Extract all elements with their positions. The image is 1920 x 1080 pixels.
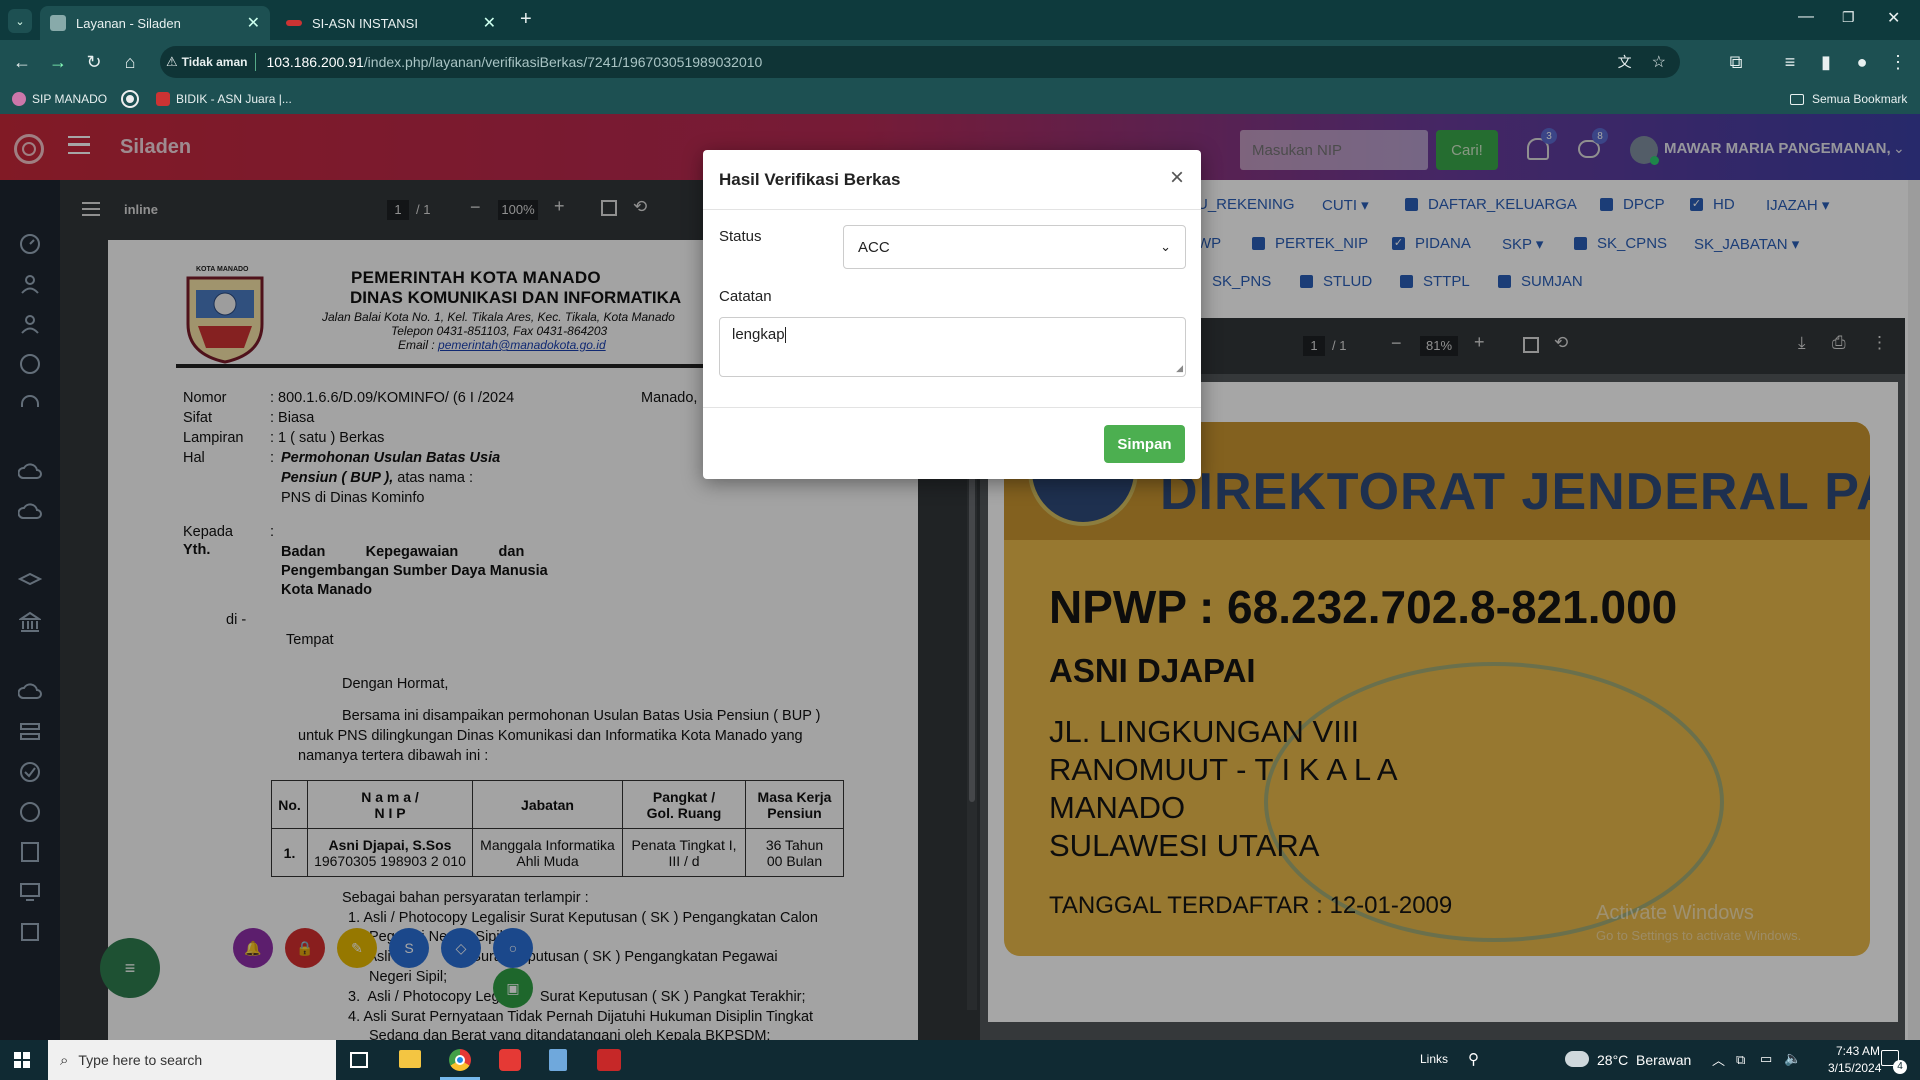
- profile-icon[interactable]: ●: [1846, 46, 1878, 78]
- url-path: /index.php/layanan/verifikasiBerkas/7241…: [363, 54, 763, 70]
- action-center-badge: 4: [1893, 1060, 1907, 1074]
- tab-title: Layanan - Siladen: [76, 15, 181, 31]
- save-button[interactable]: Simpan: [1104, 425, 1185, 463]
- window-minimize-button[interactable]: —: [1798, 8, 1814, 26]
- volume-icon[interactable]: 🔈: [1784, 1050, 1801, 1067]
- status-label: Status: [719, 228, 762, 245]
- windows-start-icon[interactable]: [14, 1052, 30, 1068]
- catatan-textarea[interactable]: lengkap ◢: [719, 317, 1186, 377]
- status-selected-value: ACC: [858, 238, 890, 256]
- tray-app-icon[interactable]: ⧉: [1736, 1052, 1745, 1068]
- all-bookmarks-button[interactable]: Semua Bookmark: [1790, 92, 1907, 106]
- address-bar[interactable]: ⚠ Tidak aman 103.186.200.91 /index.php/l…: [160, 46, 1680, 78]
- sip-manado-favicon-icon: [12, 92, 26, 106]
- modal-title: Hasil Verifikasi Berkas: [719, 170, 901, 189]
- bookmark-label: SIP MANADO: [32, 92, 108, 106]
- extensions-icon[interactable]: ⧉: [1720, 46, 1752, 78]
- modal-close-button[interactable]: ×: [1170, 164, 1184, 192]
- chrome-taskbar-icon[interactable]: [449, 1049, 471, 1071]
- tab-title: SI-ASN INSTANSI: [312, 15, 418, 31]
- bookmarks-bar: SIP MANADO BIDIK - ASN Juara |... Semua …: [0, 84, 1920, 114]
- all-bookmarks-label: Semua Bookmark: [1812, 92, 1908, 106]
- chrome-logo-icon[interactable]: [121, 90, 139, 108]
- browser-tab-siladen[interactable]: Layanan - Siladen ✕: [40, 6, 270, 40]
- calculator-taskbar-icon[interactable]: [549, 1049, 567, 1071]
- warning-icon: ⚠: [166, 54, 178, 69]
- verification-modal: Hasil Verifikasi Berkas × Status ACC ⌄ C…: [703, 150, 1201, 479]
- task-view-icon[interactable]: [350, 1052, 368, 1068]
- weather-icon[interactable]: [1565, 1051, 1589, 1067]
- chevron-down-icon: ⌄: [1160, 239, 1171, 254]
- translate-icon[interactable]: 文: [1618, 52, 1632, 72]
- bookmark-sip-manado[interactable]: SIP MANADO: [12, 92, 107, 106]
- catatan-label: Catatan: [719, 288, 772, 305]
- pdf-taskbar-icon[interactable]: [597, 1049, 621, 1071]
- status-select[interactable]: ACC ⌄: [843, 225, 1186, 269]
- browser-tab-siasn[interactable]: SI-ASN INSTANSI ✕: [276, 6, 506, 40]
- side-panel-icon[interactable]: ▮: [1810, 46, 1842, 78]
- home-icon[interactable]: ⌂: [114, 46, 146, 78]
- reload-icon[interactable]: ↻: [78, 46, 110, 78]
- folder-icon: [1790, 93, 1804, 105]
- bidik-favicon-icon: [156, 92, 170, 106]
- new-tab-button[interactable]: +: [520, 8, 532, 31]
- window-restore-button[interactable]: ❐: [1842, 9, 1855, 26]
- tray-chevron-icon[interactable]: ︿: [1712, 1050, 1725, 1069]
- resize-handle-icon[interactable]: ◢: [1176, 363, 1183, 374]
- network-icon[interactable]: ▭: [1760, 1051, 1772, 1067]
- bookmark-label: BIDIK - ASN Juara |...: [176, 92, 292, 106]
- people-icon[interactable]: ⚲: [1468, 1050, 1479, 1068]
- siasn-favicon-icon: [286, 20, 302, 26]
- text-cursor: [784, 327, 786, 344]
- taskbar-search-box[interactable]: ⌕ Type here to search: [48, 1040, 336, 1080]
- browser-menu-icon[interactable]: ⋮: [1882, 46, 1914, 78]
- windows-taskbar: ⌕ Type here to search Links ⚲ 28°C Beraw…: [0, 1040, 1920, 1080]
- browser-tab-strip: ⌄ Layanan - Siladen ✕ SI-ASN INSTANSI ✕ …: [0, 0, 1920, 40]
- clock-time[interactable]: 7:43 AM: [1836, 1044, 1880, 1058]
- tab-close-icon[interactable]: ✕: [247, 13, 260, 33]
- browser-toolbar: ← → ↻ ⌂ ⚠ Tidak aman 103.186.200.91 /ind…: [0, 40, 1920, 84]
- catatan-value: lengkap: [732, 326, 785, 343]
- modal-footer-divider: [703, 407, 1201, 408]
- app-red-taskbar-icon[interactable]: [499, 1049, 521, 1071]
- url-host: 103.186.200.91: [266, 54, 364, 70]
- forward-arrow-icon[interactable]: →: [42, 46, 74, 78]
- modal-header-divider: [703, 209, 1201, 210]
- siladen-favicon-icon: [50, 15, 66, 31]
- taskbar-search-placeholder: Type here to search: [78, 1052, 203, 1068]
- security-label[interactable]: Tidak aman: [182, 55, 248, 69]
- media-controls-icon[interactable]: ≡: [1774, 46, 1806, 78]
- file-explorer-icon[interactable]: [399, 1050, 421, 1068]
- bookmark-star-icon[interactable]: ☆: [1652, 52, 1666, 72]
- back-arrow-icon[interactable]: ←: [6, 46, 38, 78]
- tab-search-button[interactable]: ⌄: [8, 9, 32, 33]
- tab-close-icon[interactable]: ✕: [483, 13, 496, 33]
- window-close-button[interactable]: ✕: [1887, 8, 1900, 28]
- search-icon: ⌕: [60, 1051, 69, 1069]
- clock-date[interactable]: 3/15/2024: [1828, 1061, 1881, 1075]
- links-toolbar[interactable]: Links: [1420, 1052, 1448, 1066]
- weather-text[interactable]: 28°C Berawan: [1597, 1052, 1691, 1068]
- bookmark-bidik[interactable]: BIDIK - ASN Juara |...: [156, 92, 292, 106]
